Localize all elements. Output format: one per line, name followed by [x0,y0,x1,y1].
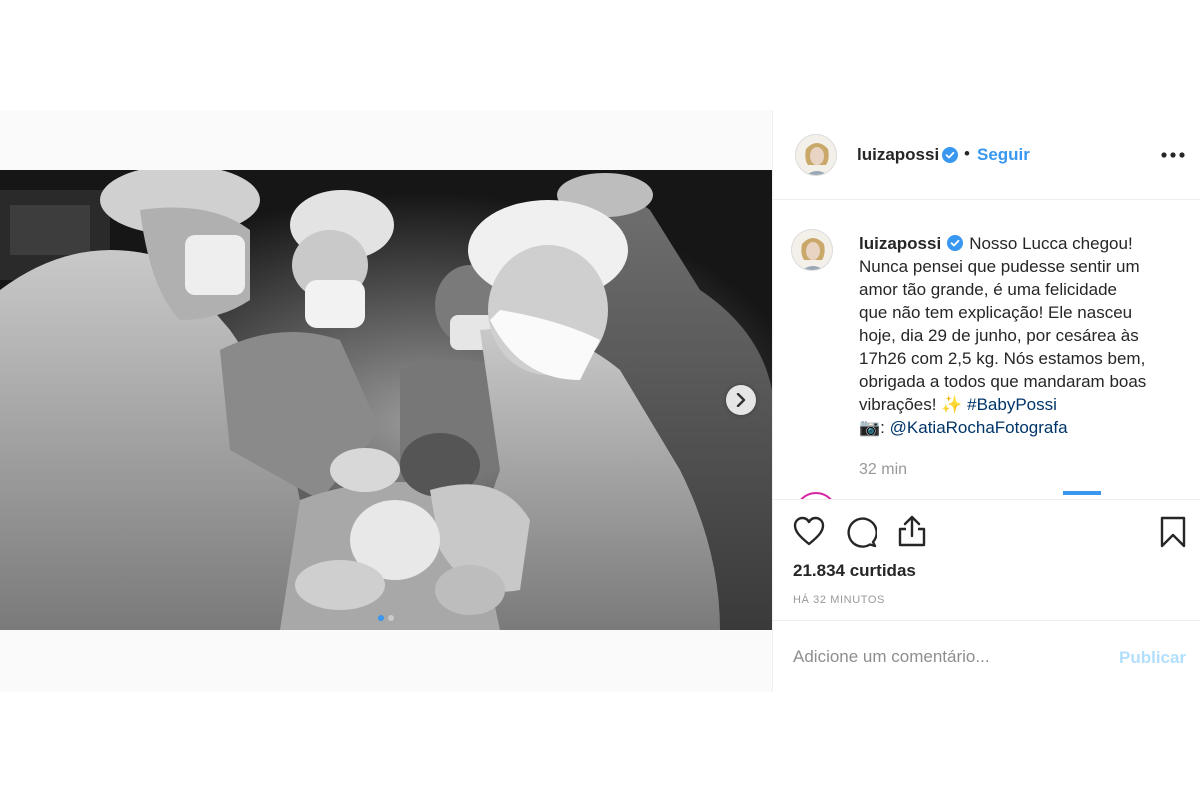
verified-badge-icon [947,235,964,251]
carousel-dot-active [378,615,384,621]
add-comment-bar: Publicar [773,620,1200,692]
heart-icon[interactable] [793,516,825,546]
comment-bubble-icon[interactable] [845,516,877,548]
post-actions: 21.834 curtidas HÁ 32 MINUTOS [773,499,1200,633]
post-photo[interactable] [0,170,772,630]
post-caption: luizapossi Nosso Lucca chegou! Nunca pens… [859,232,1179,439]
instagram-post: luizapossi • Seguir luizapossi Nosso Luc… [0,110,1200,692]
caption-line-1: luizapossi Nosso Lucca chegou! [859,232,1179,255]
more-horizontal-icon[interactable] [1161,144,1187,164]
publish-button[interactable]: Publicar [1119,648,1186,668]
share-icon[interactable] [897,514,927,548]
credit-separator: : [880,418,885,437]
avatar-photo-icon [792,230,832,270]
avatar-photo-icon [796,135,836,175]
delivery-room-photo [0,170,772,630]
follow-button[interactable]: Seguir [977,145,1030,165]
author-avatar[interactable] [795,134,837,176]
caption-line: que não tem explicação! Ele nasceu [859,303,1133,322]
carousel-indicator [0,615,772,623]
comments-section: luizapossi Nosso Lucca chegou! Nunca pens… [773,201,1200,499]
caption-line: 17h26 com 2,5 kg. Nós estamos bem, [859,349,1146,368]
caption-line: obrigada a todos que mandaram boas [859,372,1147,391]
post-header: luizapossi • Seguir [773,110,1200,200]
carousel-dot [388,615,394,621]
caption-line-credit: 📷: @KatiaRochaFotografa [859,416,1179,439]
verified-badge-icon [942,147,958,163]
caption-line: amor tão grande, é uma felicidade [859,280,1117,299]
caption-text: Nosso Lucca chegou! [969,234,1133,253]
chevron-right-icon [736,393,746,407]
caption-author-avatar[interactable] [791,229,833,271]
carousel-next-button[interactable] [726,385,756,415]
posted-time[interactable]: HÁ 32 MINUTOS [793,594,885,606]
hashtag-link[interactable]: #BabyPossi [967,395,1057,414]
caption-line: hoje, dia 29 de junho, por cesárea às [859,326,1139,345]
comment-input[interactable] [793,643,1093,671]
media-pane [0,110,772,692]
bookmark-icon[interactable] [1159,516,1187,548]
likes-count[interactable]: 21.834 curtidas [793,561,916,581]
next-comment-avatar[interactable] [795,492,837,499]
post-side-panel: luizapossi • Seguir luizapossi Nosso Luc… [772,110,1200,692]
caption-line-hashtag: vibrações! ✨ #BabyPossi [859,393,1179,416]
caption-timestamp: 32 min [859,461,908,478]
more-options-dots [1161,152,1185,158]
header-separator: • [964,144,970,163]
sparkles-icon: ✨ [941,395,963,414]
camera-icon: 📷 [859,418,881,437]
caption-text: vibrações! [859,395,937,414]
mention-link[interactable]: @KatiaRochaFotografa [890,418,1068,437]
caption-username[interactable]: luizapossi [859,234,941,253]
author-username[interactable]: luizapossi [857,145,939,165]
loading-indicator [1063,491,1101,495]
caption-line: Nunca pensei que pudesse sentir um [859,257,1140,276]
